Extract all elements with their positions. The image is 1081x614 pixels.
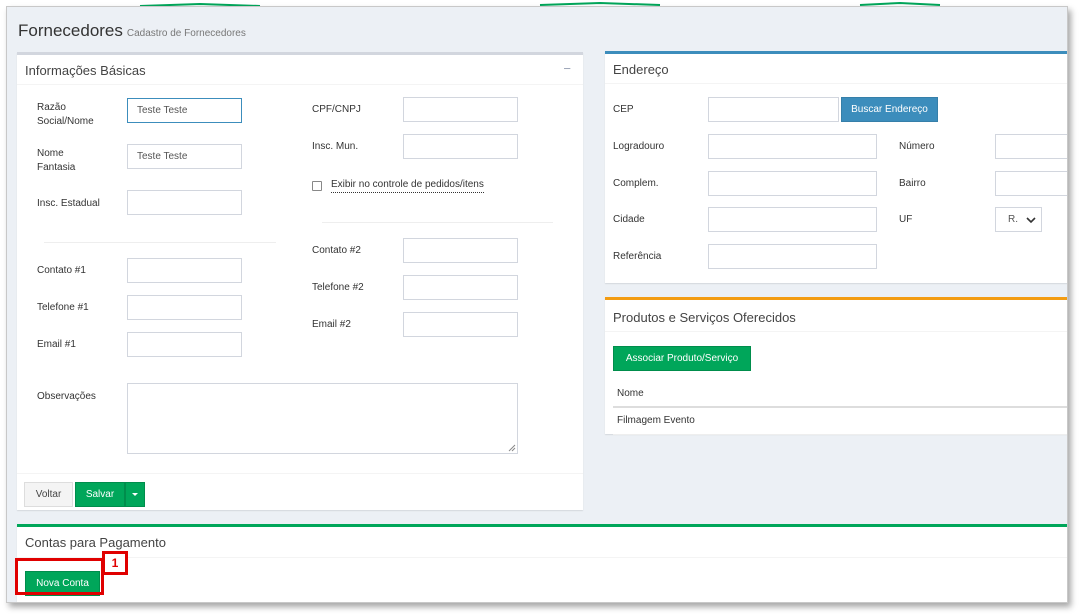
email2-label: Email #2	[312, 319, 351, 330]
buscar-endereco-button[interactable]: Buscar Endereço	[841, 97, 938, 122]
complem-label: Complem.	[613, 178, 659, 189]
cpf-cnpj-label: CPF/CNPJ	[312, 104, 361, 115]
contato1-label: Contato #1	[37, 265, 86, 276]
cep-label: CEP	[613, 104, 634, 115]
email2-input[interactable]	[403, 312, 518, 337]
fantasia-label: Nome Fantasia	[37, 148, 76, 173]
produtos-column-nome: Nome	[617, 388, 644, 399]
chevron-down-icon	[1026, 217, 1036, 224]
collapse-icon[interactable]: −	[563, 61, 571, 76]
footer-divider	[17, 473, 583, 474]
contato1-input[interactable]	[127, 258, 242, 283]
exibir-label[interactable]: Exibir no controle de pedidos/itens	[331, 178, 484, 193]
page-subtitle: Cadastro de Fornecedores	[126, 28, 246, 39]
contas-header: Contas para Pagamento	[17, 527, 1067, 558]
cidade-input[interactable]	[708, 207, 877, 232]
produtos-row-0[interactable]: Filmagem Evento	[617, 414, 695, 428]
page-title: Fornecedores Cadastro de Fornecedores	[18, 21, 246, 41]
divider-left	[44, 242, 276, 243]
divider-right	[322, 222, 553, 223]
salvar-button[interactable]: Salvar	[75, 482, 125, 507]
bairro-input[interactable]	[995, 171, 1067, 196]
referencia-input[interactable]	[708, 244, 877, 269]
basic-info-header: Informações Básicas −	[17, 55, 583, 85]
telefone1-input[interactable]	[127, 295, 242, 320]
produtos-header: Produtos e Serviços Oferecidos	[605, 300, 1067, 332]
caret-down-icon	[132, 492, 138, 496]
produtos-header-divider	[613, 406, 1067, 408]
numero-input[interactable]	[995, 134, 1067, 159]
produtos-title: Produtos e Serviços Oferecidos	[613, 310, 796, 325]
annotation-highlight-box	[15, 558, 104, 595]
logradouro-input[interactable]	[708, 134, 877, 159]
page-title-text: Fornecedores	[18, 21, 123, 40]
uf-value: R.	[1008, 214, 1018, 225]
observacoes-label: Observações	[37, 391, 96, 402]
razao-input[interactable]: Teste Teste	[127, 98, 242, 123]
associar-produto-button[interactable]: Associar Produto/Serviço	[613, 346, 751, 371]
endereco-header: Endereço	[605, 54, 1067, 84]
telefone2-input[interactable]	[403, 275, 518, 300]
basic-info-title: Informações Básicas	[25, 63, 146, 78]
email1-label: Email #1	[37, 339, 76, 350]
telefone1-label: Telefone #1	[37, 302, 89, 313]
logradouro-label: Logradouro	[613, 141, 665, 152]
exibir-checkbox[interactable]	[312, 181, 322, 191]
uf-label: UF	[899, 214, 913, 225]
numero-label: Número	[899, 141, 935, 152]
insc-estadual-input[interactable]	[127, 190, 242, 215]
produtos-row-divider	[613, 434, 1067, 435]
email1-input[interactable]	[127, 332, 242, 357]
telefone2-label: Telefone #2	[312, 282, 364, 293]
annotation-number-badge: 1	[102, 551, 128, 575]
referencia-label: Referência	[613, 251, 662, 262]
cep-input[interactable]	[708, 97, 839, 122]
contas-title: Contas para Pagamento	[25, 535, 166, 550]
razao-label: Razão Social/Nome	[37, 102, 94, 127]
insc-mun-input[interactable]	[403, 134, 518, 159]
contato2-label: Contato #2	[312, 245, 361, 256]
complem-input[interactable]	[708, 171, 877, 196]
cidade-label: Cidade	[613, 214, 645, 225]
resize-handle-icon[interactable]	[508, 444, 516, 452]
insc-estadual-label: Insc. Estadual	[37, 198, 100, 209]
fantasia-input[interactable]: Teste Teste	[127, 144, 242, 169]
insc-mun-label: Insc. Mun.	[312, 141, 359, 152]
salvar-dropdown-toggle[interactable]	[125, 482, 145, 507]
observacoes-textarea[interactable]	[127, 383, 518, 454]
produtos-box: Produtos e Serviços Oferecidos Associar …	[605, 297, 1067, 435]
contato2-input[interactable]	[403, 238, 518, 263]
bairro-label: Bairro	[899, 178, 926, 189]
app-window: Fornecedores Cadastro de Fornecedores Inf…	[6, 6, 1068, 603]
uf-select[interactable]: R.	[995, 207, 1042, 232]
endereco-box: Endereço CEP Buscar Endereço Logradouro …	[605, 51, 1067, 283]
basic-info-box: Informações Básicas − Razão Social/Nome …	[17, 52, 583, 510]
cpf-cnpj-input[interactable]	[403, 97, 518, 122]
contas-box: Contas para Pagamento Nova Conta	[17, 524, 1067, 602]
voltar-button[interactable]: Voltar	[24, 482, 73, 507]
endereco-title: Endereço	[613, 62, 669, 77]
